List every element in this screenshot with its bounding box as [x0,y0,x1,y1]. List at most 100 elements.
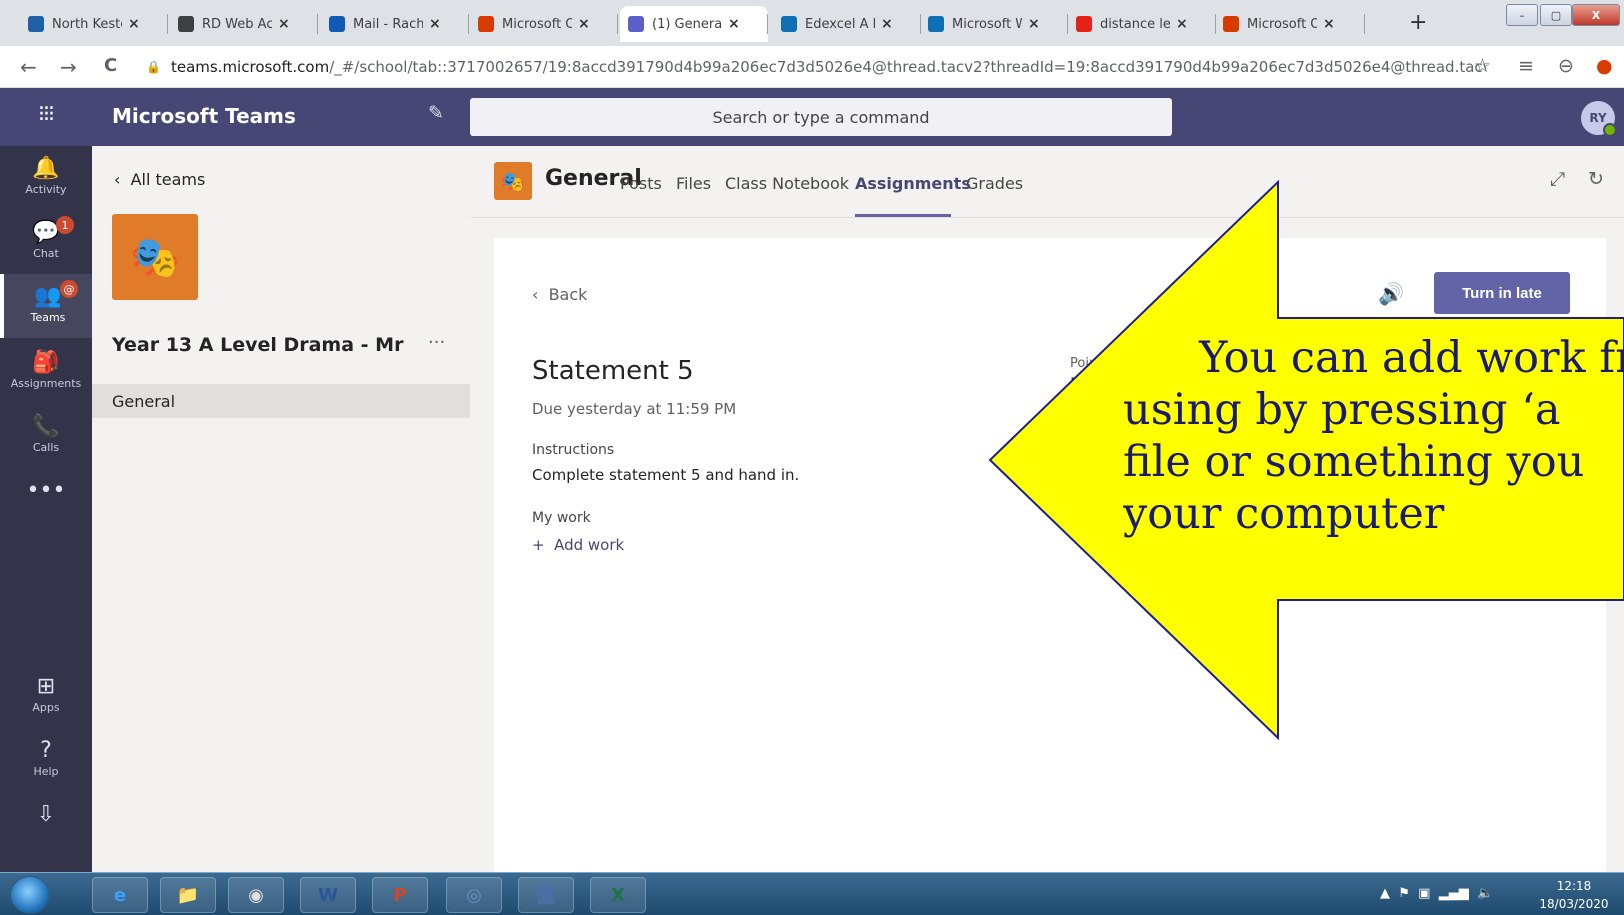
callout-text: You can add work fr using by pressing ‘a… [1123,332,1624,572]
rail-item-assignments[interactable]: 🎒 Assignments [0,340,92,404]
tab-label: Microsoft O [1247,16,1317,32]
backpack-icon: 🎒 [32,350,60,375]
chevron-left-icon: ‹ [532,285,549,304]
start-button[interactable] [10,876,50,914]
callout-line: using by pressing ‘a [1123,385,1561,435]
help-icon: ? [40,738,52,763]
tab-close-icon[interactable]: × [1176,16,1188,32]
tab-label: distance lea [1100,16,1170,32]
avatar[interactable]: RY [1581,101,1617,137]
add-work-button[interactable]: + Add work [532,536,624,554]
rail-item-calls[interactable]: 📞 Calls [0,404,92,468]
points-label: Points [1070,356,1110,371]
browser-tab[interactable]: (1) General × [620,6,768,42]
tab-posts[interactable]: Posts [620,174,662,193]
team-panel: ‹ All teams 🎭 Year 13 A Level Drama - Mr… [92,146,470,872]
rail-item-more[interactable]: ••• [0,468,92,532]
tab-files[interactable]: Files [676,174,711,193]
browser-tab[interactable]: RD Web Acc × [170,6,318,42]
tab-close-icon[interactable]: × [1323,16,1335,32]
drama-masks-icon: 🎭 [112,214,198,300]
tab-close-icon[interactable]: × [578,16,590,32]
tab-close-icon[interactable]: × [881,16,893,32]
back-link[interactable]: ‹ Back [532,285,587,304]
active-tab-indicator [855,214,951,217]
phone-icon: 📞 [32,414,60,439]
app-title: Microsoft Teams [112,104,296,128]
rail-item-apps[interactable]: ⊞ Apps [0,664,92,728]
tab-close-icon[interactable]: × [429,16,441,32]
points-value: No [1070,374,1092,393]
media-icon[interactable]: ◎ [446,877,502,913]
rail-item-teams[interactable]: 👥 Teams @ [0,274,92,338]
all-teams-link[interactable]: ‹ All teams [114,170,205,189]
notification-badge: @ [60,280,78,298]
tab-close-icon[interactable]: × [278,16,290,32]
turn-in-late-button[interactable]: Turn in late [1434,272,1570,314]
browser-tab[interactable]: Mail - Rache × [321,6,469,42]
back-label: Back [548,285,588,304]
browser-tab[interactable]: distance lea × [1068,6,1216,42]
tab-class-notebook[interactable]: Class Notebook [725,174,849,193]
immersive-reader-icon[interactable]: 🔊 [1378,282,1404,307]
tab-close-icon[interactable]: × [1028,16,1040,32]
media-control-icon[interactable]: ≡ [1518,55,1534,77]
search-input[interactable]: Search or type a command [470,98,1172,136]
callout-line: You can add work fr [1199,333,1624,383]
star-icon[interactable]: ☆ [1474,55,1491,77]
rail-item-activity[interactable]: 🔔 Activity [0,146,92,210]
account-icon[interactable]: ⊖ [1558,55,1574,77]
minimize-button[interactable]: – [1506,4,1538,26]
tab-label: North Keste [52,16,122,32]
chrome-icon[interactable]: ◉ [228,877,284,913]
ie-icon[interactable]: e [92,877,148,913]
word-icon[interactable]: W [300,877,356,913]
browser-tab[interactable]: Microsoft O × [470,6,618,42]
bell-icon: 🔔 [32,156,60,181]
browser-tab[interactable]: North Keste × [20,6,168,42]
callout-line: your computer [1123,489,1445,539]
reload-icon[interactable]: C [104,55,117,76]
browser-tab[interactable]: Microsoft W × [920,6,1068,42]
url-host: teams.microsoft.com [170,58,330,76]
tab-close-icon[interactable]: × [728,16,740,32]
app-launcher-icon[interactable]: ⁝⁝⁝ [38,102,55,127]
download-icon: ⇩ [36,802,56,827]
tab-grades[interactable]: Grades [966,174,1023,193]
powerpoint-icon[interactable]: P [372,877,428,913]
chat-icon: 💬 [32,220,60,245]
more-icon: ••• [26,478,66,503]
back-arrow-icon[interactable]: ← [20,55,37,79]
browser-tab[interactable]: Microsoft O × [1215,6,1365,42]
channel-item-general[interactable]: General [92,384,470,418]
refresh-icon[interactable]: ↻ [1588,168,1604,190]
close-window-button[interactable]: X [1572,4,1620,26]
rail-item-help[interactable]: ? Help [0,728,92,792]
forward-arrow-icon[interactable]: → [60,55,77,79]
tab-close-icon[interactable]: × [128,16,140,32]
browser-tab[interactable]: Edexcel A le × [773,6,921,42]
clock[interactable]: 12:18 18/03/2020 [1534,877,1614,913]
new-tab-button[interactable]: + [1409,10,1427,35]
remote-desktop-icon[interactable]: 🖥 [518,877,574,913]
system-tray-icons[interactable]: ▲ ⚑ ▣ ▂▄▆ 🔈 [1380,886,1493,901]
tab-label: Edexcel A le [805,16,875,32]
more-options-icon[interactable]: ··· [428,332,445,353]
tab-separator [1364,14,1365,34]
notification-badge: 1 [56,216,74,234]
explorer-icon[interactable]: 📁 [160,877,216,913]
callout-line: file or something you [1123,437,1585,487]
extension-icon[interactable]: ● [1596,55,1613,77]
add-work-label: Add work [554,536,625,554]
rail-item-download[interactable]: ⇩ [0,792,92,856]
maximize-button[interactable]: ▢ [1540,4,1572,26]
tab-assignments[interactable]: Assignments [855,174,971,193]
all-teams-label: All teams [130,170,206,189]
expand-icon[interactable]: ⤢ [1550,168,1565,190]
url-field[interactable]: 🔒 teams.microsoft.com/_#/school/tab::371… [146,53,1486,81]
tab-favicon-icon [478,16,494,32]
excel-icon[interactable]: X [590,877,646,913]
new-chat-icon[interactable]: ✎ [428,102,444,124]
rail-item-label: Chat [33,247,59,260]
rail-item-chat[interactable]: 💬 Chat 1 [0,210,92,274]
